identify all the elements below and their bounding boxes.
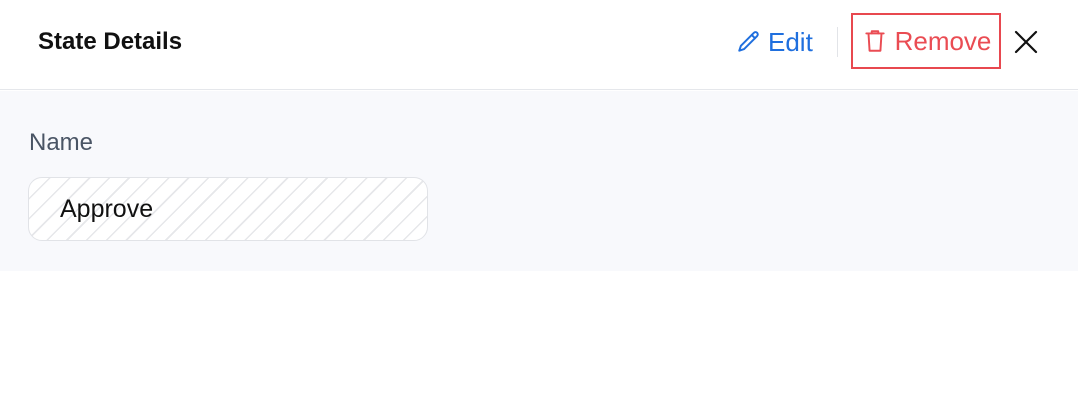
remove-button-label: Remove [894,25,992,56]
details-body: Name [0,91,1078,271]
remove-button[interactable]: Remove [851,13,1001,69]
pencil-icon [736,29,762,55]
panel-header: State Details Edit Remove [0,0,1078,90]
page-title: State Details [38,28,183,55]
close-icon [1011,27,1041,57]
trash-icon [863,28,887,54]
edit-button[interactable]: Edit [736,24,813,60]
close-button[interactable] [1011,27,1041,57]
name-label: Name [29,129,94,156]
name-field[interactable] [28,177,428,241]
edit-button-label: Edit [768,26,813,57]
header-divider [837,27,838,57]
state-details-panel: State Details Edit Remove Name Approve [0,0,1078,412]
